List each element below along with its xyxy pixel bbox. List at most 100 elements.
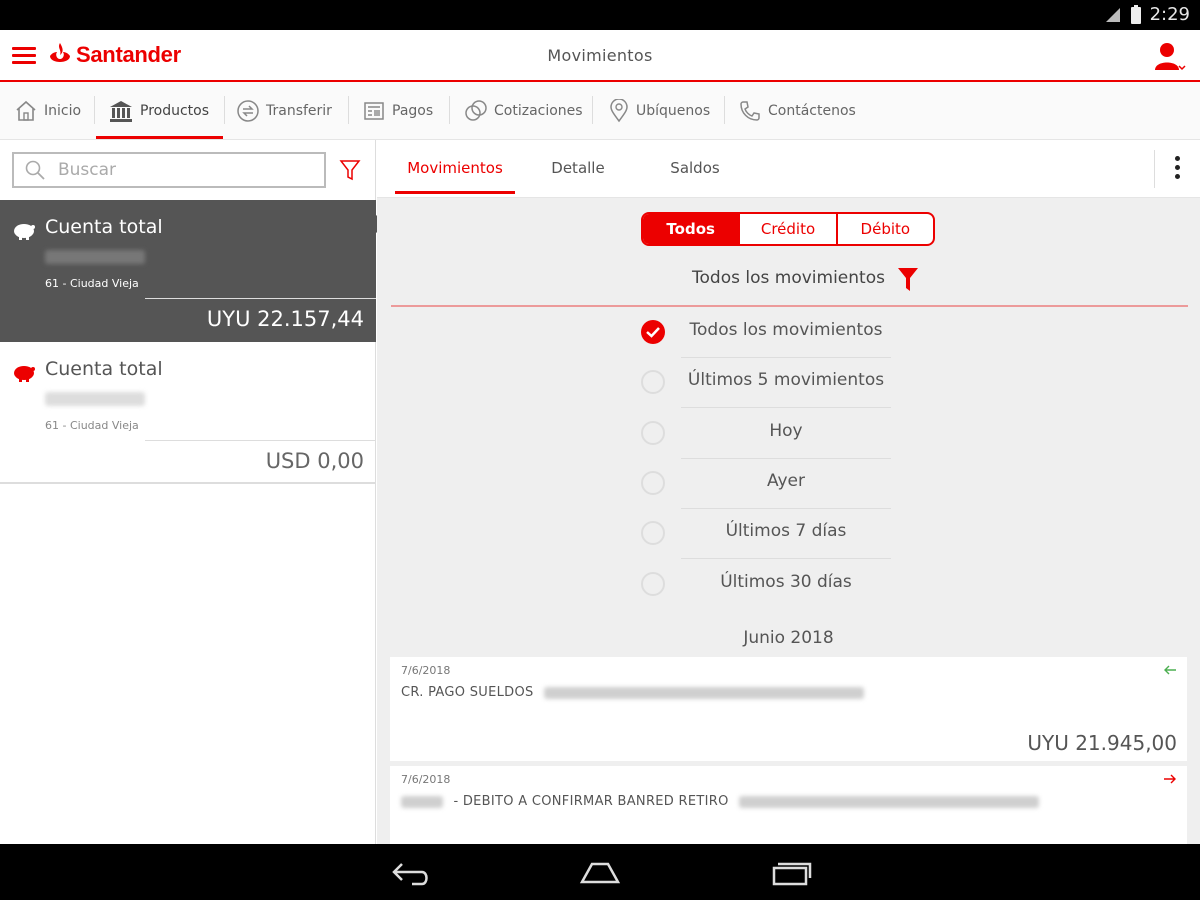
transfer-icon [237,99,259,122]
radio-unchecked[interactable] [641,471,665,495]
account-divider [145,298,376,299]
redacted-text [543,686,864,699]
nav-separator [724,96,725,124]
filter-option-label: Últimos 5 movimientos [687,370,885,390]
filter-title[interactable]: Todos los movimientos [377,268,1200,288]
user-profile-button[interactable] [1152,40,1186,74]
more-options-button[interactable] [1154,150,1200,188]
nav-separator [592,96,593,124]
nav-item-contactenos[interactable]: Contáctenos [738,82,856,139]
radio-unchecked[interactable] [641,521,665,545]
segment-todos[interactable]: Todos [643,214,739,244]
location-pin-icon [610,98,628,122]
account-branch: 61 - Ciudad Vieja [45,277,139,290]
filter-option-ultimos-5[interactable]: Últimos 5 movimientos [641,358,891,408]
account-name: Cuenta total [45,358,163,380]
nav-label: Pagos [392,102,434,119]
recents-icon[interactable] [770,860,812,886]
filter-option-label: Hoy [769,421,803,441]
battery-icon [1130,4,1141,24]
movement-description: CR. PAGO SUELDOS [401,685,534,700]
filter-icon [339,160,361,181]
back-icon[interactable] [390,860,432,886]
signal-icon [1105,7,1120,22]
filter-toggle-button[interactable] [897,266,919,292]
nav-label: Transferir [266,102,332,119]
nav-item-cotizaciones[interactable]: Cotizaciones [464,82,583,139]
filter-option-ayer[interactable]: Ayer [641,459,891,509]
search-icon [25,160,45,180]
nav-item-inicio[interactable]: Inicio [14,82,81,139]
movement-description-row: CR. PAGO SUELDOS [401,685,864,700]
segment-credito[interactable]: Crédito [738,214,835,244]
nav-label: Cotizaciones [494,102,583,119]
kebab-icon-dot [1175,165,1180,170]
phone-icon [740,100,760,121]
filter-option-ultimos-7[interactable]: Últimos 7 días [641,509,891,559]
main-nav: Inicio Productos Transferir Pagos Cotiza… [0,82,1200,140]
movement-amount: UYU 21.945,00 [1027,731,1177,755]
tab-saldos[interactable]: Saldos [655,140,735,196]
user-icon [1155,43,1186,71]
accounts-filter-button[interactable] [338,158,362,182]
page-title: Movimientos [547,46,653,65]
account-item-uyu[interactable]: Cuenta total 61 - Ciudad Vieja UYU 22.15… [0,200,386,342]
account-branch: 61 - Ciudad Vieja [45,419,139,432]
nav-label: Productos [140,102,210,119]
radio-checked[interactable] [641,320,665,344]
filter-option-label: Todos los movimientos [689,320,883,340]
filter-option-ultimos-30[interactable]: Últimos 30 días [641,560,891,610]
nav-separator [94,96,95,124]
piggy-bank-icon [14,366,35,382]
radio-unchecked[interactable] [641,370,665,394]
nav-item-pagos[interactable]: Pagos [362,82,433,139]
payments-icon [364,101,384,120]
movement-item[interactable]: 7/6/2018 - DEBITO A CONFIRMAR BANRED RET… [390,766,1187,844]
account-balance: UYU 22.157,44 [206,307,364,331]
filter-option-hoy[interactable]: Hoy [641,409,891,459]
bank-icon [110,100,132,122]
nav-item-productos[interactable]: Productos [96,82,223,139]
nav-separator [348,96,349,124]
tab-detalle[interactable]: Detalle [537,140,619,196]
account-bottom-border [0,482,376,484]
tab-movimientos[interactable]: Movimientos [395,140,515,196]
movement-description-row: - DEBITO A CONFIRMAR BANRED RETIRO [401,794,1040,809]
credit-arrow-icon [1164,665,1176,675]
kebab-icon-dot [1175,156,1180,161]
segment-debito[interactable]: Débito [835,214,933,244]
system-nav-bar [0,844,1200,900]
debit-arrow-icon [1164,774,1176,784]
check-icon [646,327,660,338]
account-item-usd[interactable]: Cuenta total 61 - Ciudad Vieja USD 0,00 [0,342,376,484]
piggy-bank-icon [14,224,35,240]
exchange-icon [465,99,487,121]
nav-item-ubiquenos[interactable]: Ubíquenos [608,82,710,139]
status-bar: 2:29 [0,0,1200,30]
nav-item-transferir[interactable]: Transferir [236,82,332,139]
app-bar: Santander Movimientos [0,30,1200,82]
account-number-redacted [45,250,145,264]
filter-option-divider [681,558,891,559]
movement-item[interactable]: 7/6/2018 CR. PAGO SUELDOS UYU 21.945,00 [390,657,1187,761]
filter-funnel-icon [898,268,918,291]
search-input[interactable] [58,160,298,180]
kebab-icon-dot [1175,174,1180,179]
month-header: Junio 2018 [743,628,834,648]
screen: 2:29 Santander Movimientos Inicio Produc… [0,0,1200,900]
movement-date: 7/6/2018 [401,664,451,677]
radio-unchecked[interactable] [641,421,665,445]
filter-option-todos[interactable]: Todos los movimientos [641,308,891,358]
filter-option-label: Últimos 30 días [720,572,852,592]
home-icon [16,100,36,121]
movement-description: - DEBITO A CONFIRMAR BANRED RETIRO [453,794,729,809]
movement-type-segmented: Todos Crédito Débito [641,212,935,246]
filter-option-label: Últimos 7 días [725,521,847,541]
nav-label: Inicio [44,102,82,119]
nav-label: Contáctenos [768,102,856,119]
redacted-text [401,795,443,808]
filter-divider [391,305,1188,307]
home-nav-icon[interactable] [578,860,622,886]
radio-unchecked[interactable] [641,572,665,596]
filter-option-divider [681,407,891,408]
